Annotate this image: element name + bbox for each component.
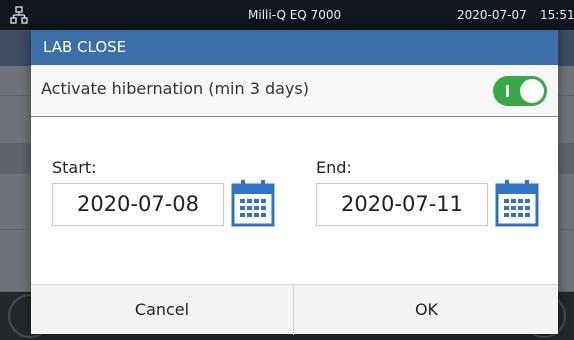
cancel-button[interactable]: Cancel xyxy=(31,285,294,335)
toggle-on-indicator xyxy=(506,85,509,97)
dialog-title: LAB CLOSE xyxy=(31,30,558,65)
hibernation-label: Activate hibernation (min 3 days) xyxy=(41,79,309,98)
toggle-knob xyxy=(520,79,544,103)
lab-close-dialog: LAB CLOSE Activate hibernation (min 3 da… xyxy=(31,30,558,335)
end-label: End: xyxy=(316,158,352,177)
ok-button[interactable]: OK xyxy=(295,285,558,335)
dialog-button-row: Cancel OK xyxy=(31,284,558,335)
end-date-field[interactable]: 2020-07-11 xyxy=(316,183,488,226)
start-date-field[interactable]: 2020-07-08 xyxy=(52,183,224,226)
network-icon xyxy=(10,6,28,24)
end-calendar-icon[interactable] xyxy=(494,178,540,228)
status-bar: Milli-Q EQ 7000 2020-07-07 15:51 xyxy=(0,0,574,30)
start-calendar-icon[interactable] xyxy=(230,178,276,228)
device-name: Milli-Q EQ 7000 xyxy=(248,8,342,22)
start-label: Start: xyxy=(52,158,97,177)
hibernation-row: Activate hibernation (min 3 days) xyxy=(31,65,558,117)
hibernation-toggle[interactable] xyxy=(493,76,547,106)
status-date: 2020-07-07 xyxy=(457,8,527,22)
status-time: 15:51 xyxy=(540,8,574,22)
